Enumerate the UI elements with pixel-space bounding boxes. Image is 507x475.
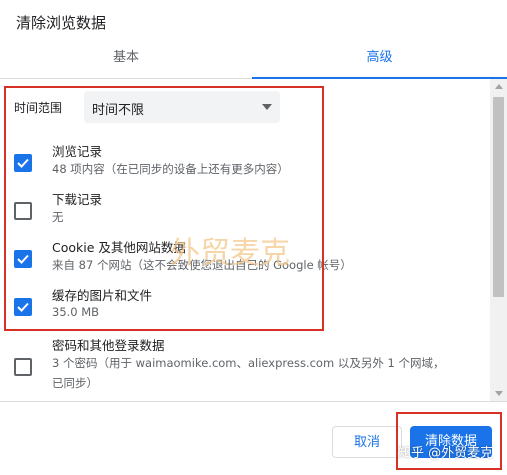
item-description: 3 个密码（用于 waimaomike.com、aliexpress.com 以… [52,356,445,370]
browsing-history-checkbox[interactable] [14,154,32,172]
item-passwords: 密码和其他登录数据 3 个密码（用于 waimaomike.com、aliexp… [14,335,484,401]
item-title: Cookie 及其他网站数据 [52,240,186,255]
item-title: 下载记录 [52,192,103,207]
cancel-button[interactable]: 取消 [332,426,402,458]
clear-data-button[interactable]: 清除数据 [410,426,492,458]
item-title: 浏览记录 [52,144,103,159]
tab-advanced[interactable]: 高级 [252,40,507,79]
time-range-value: 时间不限 [92,103,145,118]
item-cookies: Cookie 及其他网站数据 来自 87 个网站（这不会致使您退出自己的 Goo… [14,237,484,283]
footer-divider [0,401,507,402]
item-description-continued: 已同步） [52,376,98,390]
cache-checkbox[interactable] [14,298,32,316]
item-title: 密码和其他登录数据 [52,338,165,353]
item-browsing-history: 浏览记录 48 项内容（在已同步的设备上还有更多内容） [14,141,484,187]
time-range-select[interactable]: 时间不限 [84,91,280,123]
cookies-checkbox[interactable] [14,250,32,268]
passwords-checkbox[interactable] [14,358,32,376]
tab-bar: 基本 高级 [0,40,507,79]
item-description: 来自 87 个网站（这不会致使您退出自己的 Google 帐号） [52,258,352,272]
checkmark-icon [17,158,29,168]
download-history-checkbox[interactable] [14,202,32,220]
dialog-title: 清除浏览数据 [16,14,107,32]
tab-advanced-label: 高级 [366,50,393,65]
item-download-history: 下载记录 无 [14,189,484,235]
scroll-up-arrow-icon[interactable] [495,84,503,89]
checkmark-icon [17,302,29,312]
item-cache: 缓存的图片和文件 35.0 MB [14,285,484,331]
scrollbar[interactable] [490,79,507,401]
advanced-panel: 时间范围 时间不限 浏览记录 48 项内容（在已同步的设备上还有更多内容） 下载… [0,79,490,401]
scroll-thumb[interactable] [493,97,504,297]
item-description: 35.0 MB [52,305,100,319]
item-title: 缓存的图片和文件 [52,288,153,303]
tab-basic[interactable]: 基本 [0,40,252,78]
scroll-down-arrow-icon[interactable] [495,391,503,396]
item-description: 无 [52,210,64,224]
time-range-label: 时间范围 [14,101,63,115]
dropdown-arrow-icon [262,104,272,110]
checkmark-icon [17,254,29,264]
item-description: 48 项内容（在已同步的设备上还有更多内容） [52,162,289,176]
